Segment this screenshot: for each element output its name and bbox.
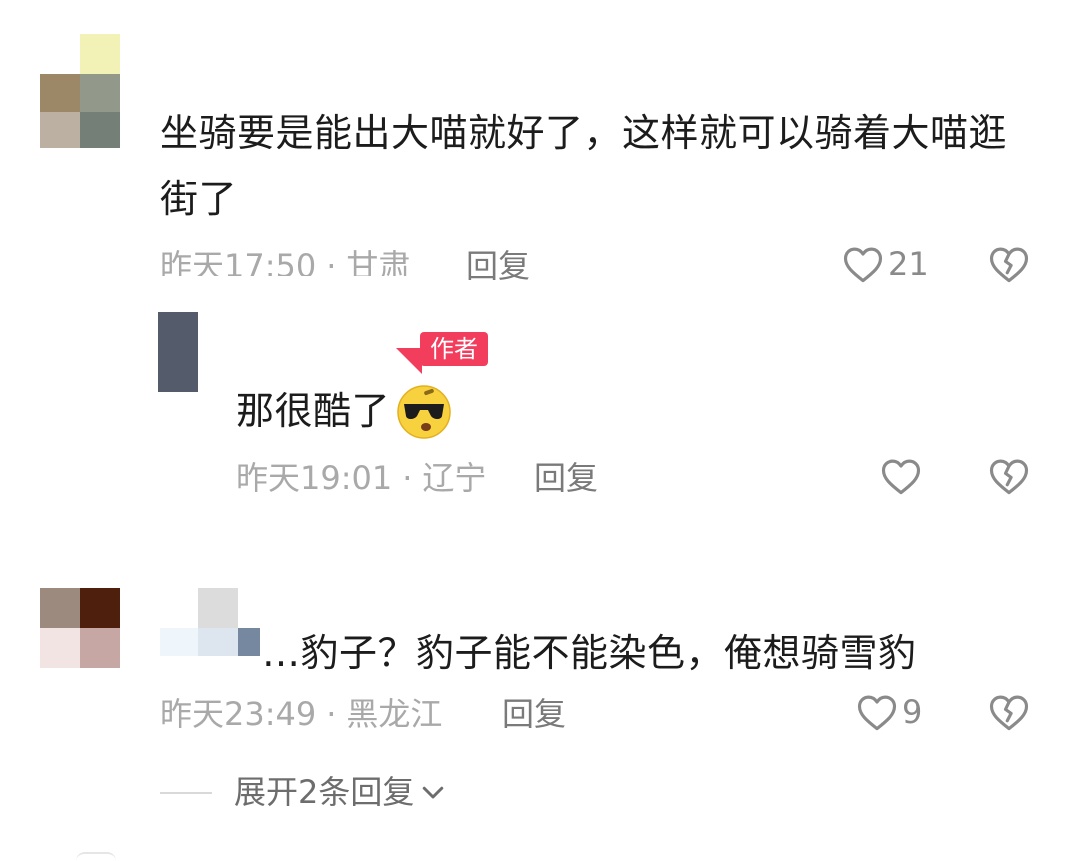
comment-time: 昨天23:49 — [160, 695, 317, 733]
avatar[interactable] — [40, 588, 120, 668]
like-button[interactable]: 9 — [856, 692, 922, 732]
comment-location: 辽宁 — [422, 459, 487, 497]
broken-heart-icon — [989, 247, 1029, 283]
comment-time: 昨天17:50 — [160, 247, 317, 276]
heart-outline-icon — [881, 459, 921, 495]
like-button[interactable]: 21 — [842, 244, 929, 284]
comment-text-line: 街了 — [160, 177, 238, 221]
reply-button[interactable]: 回复 — [466, 246, 530, 286]
author-badge-tail — [396, 348, 422, 374]
comment-meta: 昨天19:01 · 辽宁 — [236, 458, 486, 498]
dislike-button[interactable] — [988, 244, 1030, 288]
reply-button[interactable]: 回复 — [502, 694, 566, 734]
comment-location: 甘肃 — [346, 247, 411, 276]
chevron-down-icon — [423, 786, 444, 799]
meta-separator: · — [326, 247, 337, 276]
comment-meta: 昨天23:49 · 黑龙江 — [160, 694, 442, 734]
reply-button[interactable]: 回复 — [534, 458, 598, 498]
expand-replies-label: 展开2条回复 — [234, 773, 415, 811]
avatar[interactable] — [158, 312, 198, 392]
cool-sunglasses-emoji — [397, 385, 451, 439]
comment-location: 黑龙江 — [346, 695, 443, 733]
comment-text: …豹子？豹子能不能染色，俺想骑雪豹 — [262, 620, 1022, 686]
comment-meta: 昨天17:50 · 甘肃 — [160, 246, 410, 276]
expand-replies-button[interactable]: 展开2条回复 — [234, 772, 448, 812]
comment-time: 昨天19:01 — [236, 459, 393, 497]
author-badge: 作者 — [420, 332, 488, 366]
comment-text: 那很酷了 — [236, 378, 454, 444]
censored-username — [160, 588, 260, 668]
like-button[interactable] — [880, 456, 926, 496]
heart-outline-icon — [857, 695, 897, 731]
next-comment-avatar-edge — [76, 852, 116, 861]
heart-outline-icon — [843, 247, 883, 283]
avatar[interactable] — [40, 34, 120, 148]
broken-heart-icon — [989, 459, 1029, 495]
expand-divider — [160, 792, 212, 794]
dislike-button[interactable] — [988, 456, 1030, 500]
dislike-button[interactable] — [988, 692, 1030, 736]
comment-text-prefix: … — [262, 631, 301, 675]
meta-separator: · — [402, 459, 413, 497]
broken-heart-icon — [989, 695, 1029, 731]
meta-separator: · — [326, 695, 337, 733]
comment-text-line: 豹子？豹子能不能染色，俺想骑雪豹 — [300, 631, 917, 675]
like-count: 21 — [888, 245, 929, 283]
like-count: 9 — [902, 693, 923, 731]
comment-text-line: 坐骑要是能出大喵就好了，这样就可以骑着大喵逛 — [160, 111, 1008, 155]
comment-text-line: 那很酷了 — [236, 389, 391, 433]
comment-text: 坐骑要是能出大喵就好了，这样就可以骑着大喵逛 街了 — [160, 100, 1050, 232]
